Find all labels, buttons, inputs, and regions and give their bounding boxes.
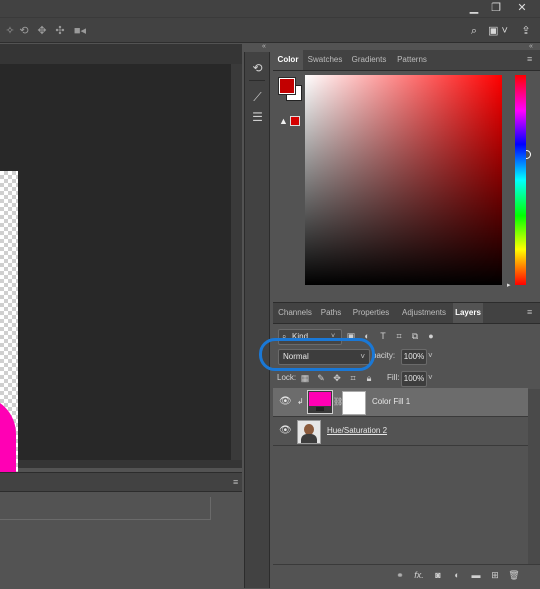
- tab-layers[interactable]: Layers: [453, 303, 483, 323]
- history-icon[interactable]: ⟲: [248, 59, 267, 77]
- panel-menu-icon[interactable]: ≡: [233, 477, 238, 487]
- tab-swatches[interactable]: Swatches: [305, 50, 345, 70]
- brush-settings-icon[interactable]: ⟋: [248, 88, 267, 106]
- visibility-eye-icon[interactable]: 👁︎: [279, 425, 292, 436]
- new-layer-icon[interactable]: ⊞: [488, 568, 502, 582]
- orbit-3d-icon[interactable]: ✥: [36, 24, 48, 38]
- close-icon[interactable]: ✕: [514, 1, 530, 15]
- share-icon[interactable]: ⇪: [518, 24, 534, 38]
- video-camera-icon[interactable]: ■◂: [72, 24, 88, 38]
- options-bar: ✧ ⟲ ✥ ✣ ■◂ ⌕ ▣ ˅ ⇪: [0, 17, 540, 43]
- panel-menu-icon[interactable]: ≡: [527, 54, 532, 64]
- filter-smart-object-icon[interactable]: ⧉: [409, 329, 421, 343]
- pan-3d-icon[interactable]: ✧: [4, 24, 16, 38]
- layer-thumbnail[interactable]: [307, 390, 333, 414]
- tab-adjustments[interactable]: Adjustments: [397, 303, 451, 323]
- layer-row-hue-saturation[interactable]: 👁︎ Hue/Saturation 2: [273, 417, 528, 446]
- restore-icon[interactable]: ❐: [488, 1, 504, 15]
- opacity-label: pacity:: [372, 351, 396, 360]
- layer-row-color-fill[interactable]: 👁︎ ↲ ⛓︎ Color Fill 1: [273, 388, 528, 417]
- magenta-shape: [0, 396, 16, 479]
- collapse-left-icon[interactable]: «: [262, 43, 266, 50]
- tab-channels[interactable]: Channels: [275, 303, 315, 323]
- filter-shape-icon[interactable]: ⌗: [393, 329, 405, 343]
- layer-name[interactable]: Color Fill 1: [372, 388, 410, 416]
- roll-3d-icon[interactable]: ⟲: [18, 24, 30, 38]
- portrait-body: [301, 434, 317, 443]
- divider: [249, 80, 265, 81]
- tab-properties[interactable]: Properties: [349, 303, 393, 323]
- fill-label: Fill:: [387, 373, 400, 382]
- opacity-input[interactable]: 100%: [401, 349, 427, 365]
- fill-color-swatch: [309, 392, 331, 406]
- vertical-scrollbar[interactable]: [231, 64, 242, 460]
- lock-all-icon[interactable]: 🔒︎: [363, 371, 375, 385]
- bottom-panel-header: ≡: [0, 473, 242, 492]
- canvas[interactable]: [0, 64, 231, 479]
- foreground-color-swatch[interactable]: [278, 77, 296, 95]
- lock-artboard-icon[interactable]: ⌗: [347, 371, 359, 385]
- layer-thumbnail[interactable]: [297, 420, 321, 444]
- layers-panel: Channels Paths Properties Adjustments La…: [259, 302, 540, 589]
- gamut-warning-icon: ▲: [279, 116, 288, 126]
- minimize-icon[interactable]: ▁: [466, 1, 482, 15]
- collapse-right-icon[interactable]: «: [529, 43, 533, 50]
- lock-image-pixels-icon[interactable]: ✎: [315, 371, 327, 385]
- hue-slider[interactable]: [515, 75, 526, 285]
- layer-mask-thumbnail[interactable]: [342, 391, 366, 415]
- layers-panel-tabs: Channels Paths Properties Adjustments La…: [273, 303, 540, 324]
- tab-patterns[interactable]: Patterns: [393, 50, 431, 70]
- adjustment-icon[interactable]: ◐: [450, 568, 464, 582]
- fill-input[interactable]: 100%: [401, 371, 427, 387]
- color-panel: Color Swatches Gradients Patterns ≡ ▲ ▸: [273, 50, 540, 298]
- slide-3d-icon[interactable]: ✣: [54, 24, 66, 38]
- gamut-correction-swatch[interactable]: [290, 116, 300, 126]
- bottom-panel: ≡: [0, 472, 242, 589]
- workspace-icon[interactable]: ▣ ˅: [487, 24, 509, 38]
- chevron-down-icon[interactable]: ˅: [428, 371, 433, 385]
- panel-tool-strip: ⟲ ⟋ ☰: [244, 52, 270, 588]
- panel-menu-icon[interactable]: ≡: [527, 307, 532, 317]
- color-panel-tabs: Color Swatches Gradients Patterns ≡: [273, 50, 540, 71]
- tab-gradients[interactable]: Gradients: [348, 50, 390, 70]
- lock-transparent-pixels-icon[interactable]: ▦: [299, 371, 311, 385]
- title-bar: ▁ ❐ ✕: [0, 0, 540, 17]
- adjust-sliders-icon[interactable]: ☰: [248, 108, 267, 126]
- visibility-eye-icon[interactable]: 👁︎: [279, 396, 292, 407]
- filter-type-icon[interactable]: T: [377, 329, 389, 343]
- bottom-panel-row: [0, 497, 211, 520]
- layer-name[interactable]: Hue/Saturation 2: [327, 417, 387, 445]
- tab-color[interactable]: Color: [273, 50, 303, 70]
- folder-icon[interactable]: ▬: [469, 568, 483, 582]
- fx-icon[interactable]: fx.: [412, 568, 426, 582]
- trash-icon[interactable]: 🗑︎: [507, 568, 521, 582]
- clipping-arrow-icon: ↲: [297, 397, 304, 406]
- blue-annotation-circle: [259, 338, 375, 371]
- link-icon[interactable]: ⚭: [393, 568, 407, 582]
- tab-paths[interactable]: Paths: [317, 303, 345, 323]
- monitor-stand-icon: [316, 407, 324, 411]
- chevron-down-icon[interactable]: ˅: [428, 349, 433, 363]
- search-icon[interactable]: ⌕: [467, 24, 481, 38]
- lock-label: Lock:: [277, 373, 297, 382]
- hue-slider-handle[interactable]: ▸: [507, 282, 511, 289]
- filter-toggle-icon[interactable]: ●: [425, 329, 437, 343]
- layers-scrollbar[interactable]: [528, 389, 540, 564]
- color-picker-field[interactable]: [305, 75, 531, 285]
- lock-position-icon[interactable]: ✥: [331, 371, 343, 385]
- mask-icon[interactable]: ◙: [431, 568, 445, 582]
- layers-bottom-bar: ⚭ fx. ◙ ◐ ▬ ⊞ 🗑︎: [273, 564, 540, 585]
- transparent-layer-area: [0, 171, 18, 479]
